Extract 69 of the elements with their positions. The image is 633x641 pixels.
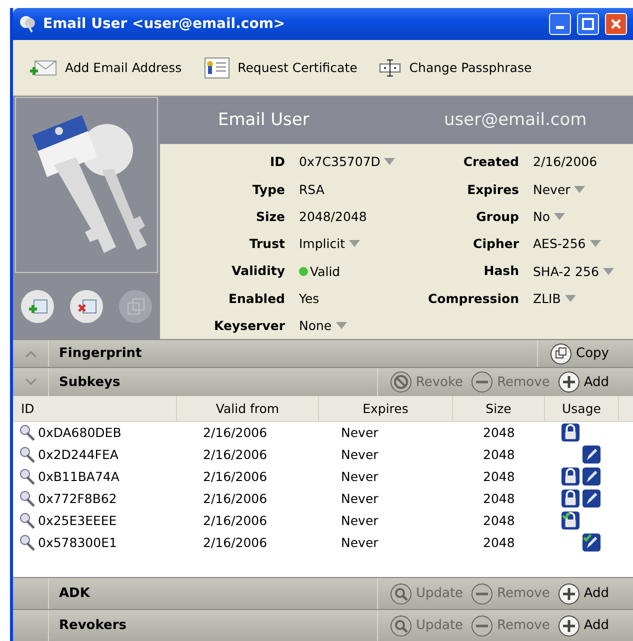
table-cell-text: 2/16/2006	[202, 469, 268, 484]
field-label: ID	[268, 153, 285, 172]
section-title: Revokers	[58, 618, 128, 634]
table-cell-text: 2048	[482, 535, 516, 550]
field-value: 2048/2048	[299, 208, 367, 224]
field-value: 0x7C35707D	[299, 154, 380, 170]
section-title: Fingerprint	[58, 346, 143, 362]
field-value: No	[533, 208, 550, 224]
table-cell-text: Never	[340, 469, 380, 484]
table-cell-text: 2048	[482, 469, 516, 484]
table-cell-text: 2048	[482, 447, 516, 462]
table-cell-text: Never	[340, 513, 380, 528]
field-label: Trust	[248, 235, 285, 254]
field-label: Validity	[230, 262, 285, 280]
column-header[interactable]: Valid from	[177, 396, 319, 421]
field-label: Cipher	[472, 235, 519, 254]
table-cell-text: 2/16/2006	[202, 425, 268, 440]
table-cell-text: Never	[340, 447, 380, 462]
field-value: Never	[533, 182, 570, 197]
table-cell-text: 2048	[482, 425, 516, 440]
field-label: Compression	[426, 290, 519, 308]
column-header[interactable]: ID	[13, 396, 177, 421]
field-value: Implicit	[299, 236, 345, 252]
table-cell-text: 2048	[482, 491, 516, 506]
field-label: Group	[475, 208, 519, 226]
table-cell: 0x2D244FEA	[38, 447, 118, 462]
field-value: None	[299, 318, 332, 334]
column-header[interactable]: Usage	[545, 396, 619, 421]
table-cell: 0x578300E1	[38, 535, 117, 550]
field-value: Valid	[310, 264, 340, 279]
field-value: RSA	[299, 182, 324, 197]
table-cell: 0x772F8B62	[38, 491, 117, 506]
field-value: 2/16/2006	[533, 154, 598, 170]
window-title: Email User <user@email.com>	[43, 16, 286, 32]
column-header[interactable]: Expires	[319, 396, 453, 421]
table-cell: 0x25E3EEEE	[38, 513, 117, 528]
add-button[interactable]: Add	[558, 582, 609, 605]
field-value: Yes	[299, 290, 320, 306]
field-label: Hash	[482, 262, 519, 280]
field-label: Expires	[466, 180, 519, 199]
table-cell-text: Never	[340, 491, 380, 506]
field-label: Type	[251, 180, 285, 199]
table-cell-text: Never	[340, 425, 380, 440]
table-cell: 0xDA680DEB	[38, 425, 122, 440]
toolbar-button[interactable]: Change Passphrase	[379, 58, 532, 77]
table-cell-text: 2048	[482, 513, 516, 528]
table-cell-text: 2/16/2006	[202, 491, 268, 506]
copy-button[interactable]: Copy	[550, 342, 609, 365]
table-cell-text: 2/16/2006	[202, 513, 268, 528]
field-value: SHA-2 256	[533, 264, 599, 279]
field-label: Enabled	[227, 290, 285, 308]
add-button[interactable]: Add	[558, 614, 609, 637]
field-label: Keyserver	[213, 317, 285, 336]
column-header[interactable]: Size	[453, 396, 545, 421]
field-label: Created	[462, 153, 519, 172]
key-name: Email User	[217, 110, 310, 130]
toolbar-button[interactable]: Request Certificate	[204, 56, 358, 79]
table-cell-text: Never	[340, 535, 380, 550]
section-title: ADK	[58, 586, 92, 602]
toolbar-button[interactable]: Add Email Address	[29, 58, 182, 78]
table-cell-text: 2/16/2006	[202, 447, 268, 462]
table-cell: 0xB11BA74A	[38, 469, 120, 484]
section-title: Subkeys	[58, 374, 122, 390]
add-button[interactable]: Add	[558, 371, 609, 393]
field-value: ZLIB	[533, 290, 561, 306]
key-email: user@email.com	[443, 110, 587, 130]
field-value: AES-256	[533, 236, 586, 252]
table-cell-text: 2/16/2006	[202, 535, 268, 550]
field-label: Size	[254, 208, 285, 226]
